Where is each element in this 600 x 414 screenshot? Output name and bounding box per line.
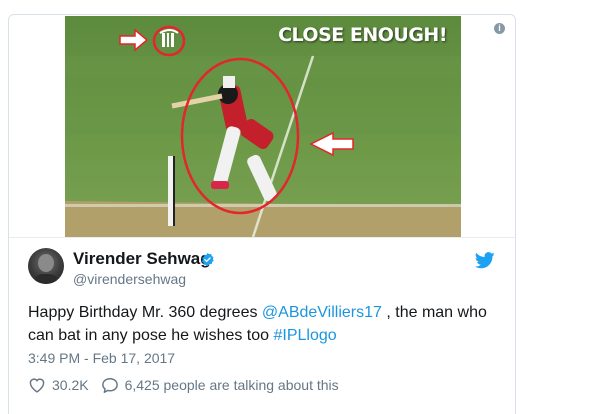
twitter-bird-icon[interactable] — [475, 252, 495, 269]
avatar[interactable] — [28, 248, 64, 284]
tweet-media-image[interactable]: CLOSE ENOUGH! — [65, 16, 461, 237]
image-overlay-title: CLOSE ENOUGH! — [278, 24, 447, 46]
like-count[interactable]: 30.2K — [52, 376, 89, 394]
heart-icon[interactable] — [28, 377, 46, 393]
tweet-text: Happy Birthday Mr. 360 degrees @ABdeVill… — [28, 301, 498, 347]
author-name[interactable]: Virender Sehwag — [73, 249, 211, 269]
avatar-image — [35, 254, 57, 284]
tweet-timestamp[interactable]: 3:49 PM - Feb 17, 2017 — [28, 350, 175, 366]
info-icon[interactable]: i — [494, 23, 505, 34]
cricket-photo — [65, 16, 461, 237]
author-handle[interactable]: @virendersehwag — [73, 271, 186, 287]
verified-icon — [201, 252, 214, 267]
talking-about-link[interactable]: 6,425 people are talking about this — [125, 376, 339, 394]
card-divider — [9, 237, 515, 238]
mention-link[interactable]: @ABdeVilliers17 — [262, 304, 382, 321]
hashtag-link[interactable]: #IPLlogo — [274, 327, 337, 344]
tweet-actions: 30.2K 6,425 people are talking about thi… — [28, 376, 339, 394]
tweet-text-part: Happy Birthday Mr. 360 degrees — [28, 304, 262, 321]
comment-icon[interactable] — [101, 377, 119, 394]
